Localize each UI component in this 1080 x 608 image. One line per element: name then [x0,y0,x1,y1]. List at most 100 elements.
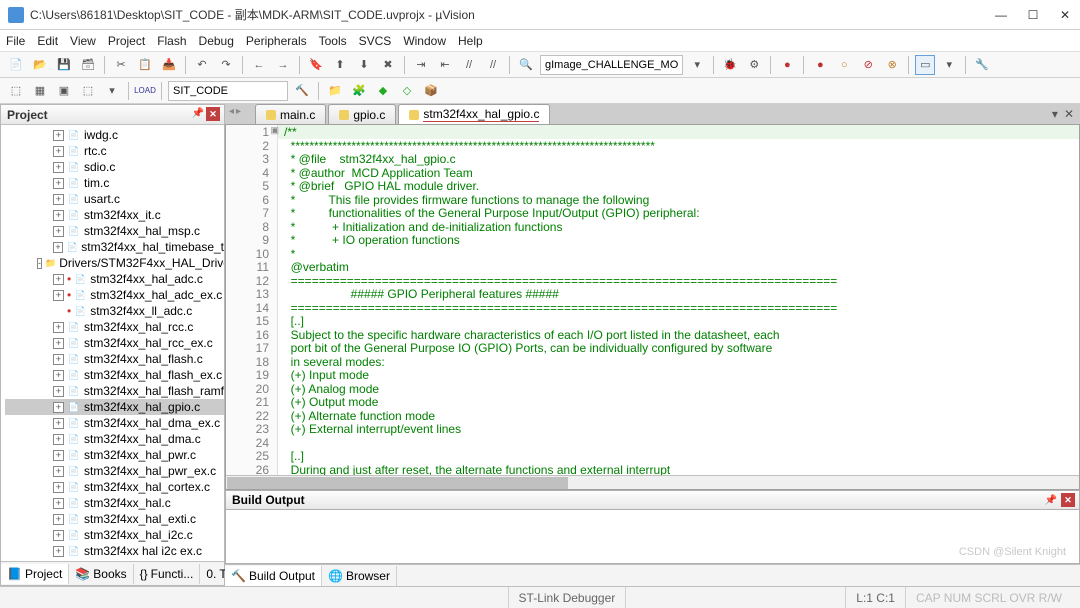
tab-close-icon[interactable]: ✕ [1064,107,1074,121]
tree-item[interactable]: +📄stm32f4xx_hal_i2c.c [5,527,224,543]
translate-icon[interactable]: ⬚ [6,81,26,101]
copy-icon[interactable]: 📋 [135,55,155,75]
tree-item[interactable]: +📄stm32f4xx_hal.c [5,495,224,511]
pin-icon[interactable]: 📌 [1045,495,1057,506]
options-icon[interactable]: ⚙ [744,55,764,75]
tree-item[interactable]: +📄stm32f4xx_hal_pwr_ex.c [5,463,224,479]
tree-item[interactable]: +📄stm32f4xx_hal_exti.c [5,511,224,527]
editor-tab[interactable]: stm32f4xx_hal_gpio.c [398,104,550,124]
tree-item[interactable]: +📄stm32f4xx_hal_rcc_ex.c [5,335,224,351]
find-next-icon[interactable]: ▾ [687,55,707,75]
tree-item[interactable]: +📄sdio.c [5,159,224,175]
close-button[interactable]: ✕ [1058,8,1072,22]
window-layout-icon[interactable]: ▭ [915,55,935,75]
open-file-icon[interactable]: 📂 [30,55,50,75]
uncomment-icon[interactable]: // [483,55,503,75]
save-icon[interactable]: 💾 [54,55,74,75]
bookmark-clear-icon[interactable]: ✖ [378,55,398,75]
menu-project[interactable]: Project [108,34,145,48]
tree-item[interactable]: +📄stm32f4xx_hal_flash.c [5,351,224,367]
save-all-icon[interactable]: 🗃 [78,55,98,75]
new-file-icon[interactable]: 📄 [6,55,26,75]
minimize-button[interactable]: — [994,8,1008,22]
maximize-button[interactable]: ☐ [1026,8,1040,22]
code-editor[interactable]: 1/**2 **********************************… [225,124,1080,490]
tab-scroll-left-icon[interactable]: ◂ [229,106,234,117]
bottom-tab-browser[interactable]: 🌐Browser [322,566,397,586]
indent-icon[interactable]: ⇥ [411,55,431,75]
layout-dropdown-icon[interactable]: ▾ [939,55,959,75]
paste-icon[interactable]: 📥 [159,55,179,75]
menu-flash[interactable]: Flash [157,34,186,48]
editor-tab[interactable]: main.c [255,104,326,124]
tree-item[interactable]: +📄stm32f4xx_hal_timebase_t [5,239,224,255]
menu-window[interactable]: Window [403,34,446,48]
tree-item[interactable]: +📄tim.c [5,175,224,191]
tree-item[interactable]: +📄rtc.c [5,143,224,159]
tree-item[interactable]: +📄stm32f4xx_hal_flash_ex.c [5,367,224,383]
editor-tab[interactable]: gpio.c [328,104,396,124]
comment-icon[interactable]: // [459,55,479,75]
find-combo[interactable]: gImage_CHALLENGE_MO [540,55,683,75]
panel-close-icon[interactable]: ✕ [206,107,220,121]
menu-svcs[interactable]: SVCS [359,34,392,48]
outdent-icon[interactable]: ⇤ [435,55,455,75]
tab-list-icon[interactable]: ▾ [1052,107,1058,121]
tree-item[interactable]: +•📄stm32f4xx_hal_adc.c [5,271,224,287]
tree-item[interactable]: +📄stm32f4xx_hal_pwr.c [5,447,224,463]
build-output-body[interactable] [225,510,1080,564]
find-icon[interactable]: 🔍 [516,55,536,75]
tree-item[interactable]: +•📄stm32f4xx_hal_adc_ex.c [5,287,224,303]
panel-close-icon[interactable]: ✕ [1061,493,1075,507]
tree-item[interactable]: +📄stm32f4xx_hal_dma_ex.c [5,415,224,431]
menu-view[interactable]: View [70,34,96,48]
file-ext-icon[interactable]: 🧩 [349,81,369,101]
bookmark-icon[interactable]: 🔖 [306,55,326,75]
tree-item[interactable]: +📄stm32f4xx_hal_flash_ramf [5,383,224,399]
horizontal-scrollbar[interactable] [226,475,1079,489]
menu-debug[interactable]: Debug [199,34,234,48]
tree-item[interactable]: +📄stm32f4xx_it.c [5,207,224,223]
pin-icon[interactable]: 📌 [192,108,204,119]
stop-build-icon[interactable]: ▾ [102,81,122,101]
debug-config-icon[interactable]: 🐞 [720,55,740,75]
bookmark-next-icon[interactable]: ⬇ [354,55,374,75]
pack-installer-icon[interactable]: 📦 [421,81,441,101]
rebuild-icon[interactable]: ▣ [54,81,74,101]
breakpoint-kill-icon[interactable]: ⊘ [858,55,878,75]
menu-peripherals[interactable]: Peripherals [246,34,307,48]
target-options-icon[interactable]: 🔨 [292,81,312,101]
side-tab-project[interactable]: 📘Project [1,564,69,584]
tree-item[interactable]: +📄stm32f4xx_hal_gpio.c [5,399,224,415]
tree-item[interactable]: +📄iwdg.c [5,127,224,143]
bottom-tab-buildoutput[interactable]: 🔨Build Output [225,566,322,586]
menu-tools[interactable]: Tools [319,34,347,48]
breakpoint-disable-icon[interactable]: ○ [834,55,854,75]
configure-icon[interactable]: 🔧 [972,55,992,75]
tree-item[interactable]: +📄stm32f4xx hal i2c ex.c [5,543,224,559]
undo-icon[interactable]: ↶ [192,55,212,75]
select-pack-icon[interactable]: ◇ [397,81,417,101]
tree-item[interactable]: +📄stm32f4xx_hal_rcc.c [5,319,224,335]
tree-item[interactable]: +📄stm32f4xx_hal_cortex.c [5,479,224,495]
breakpoint-killall-icon[interactable]: ⊗ [882,55,902,75]
tree-item[interactable]: +📄stm32f4xx_hal_msp.c [5,223,224,239]
manage-rte-icon[interactable]: ◆ [373,81,393,101]
tree-item[interactable]: +📄stm32f4xx_hal_dma.c [5,431,224,447]
batch-build-icon[interactable]: ⬚ [78,81,98,101]
project-tree[interactable]: +📄iwdg.c+📄rtc.c+📄sdio.c+📄tim.c+📄usart.c+… [1,125,224,561]
tree-item[interactable]: •📄stm32f4xx_ll_adc.c [5,303,224,319]
tree-item[interactable]: +📄usart.c [5,191,224,207]
redo-icon[interactable]: ↷ [216,55,236,75]
nav-fwd-icon[interactable]: → [273,55,293,75]
side-tab-functi[interactable]: {}Functi... [134,564,201,584]
menu-help[interactable]: Help [458,34,483,48]
side-tab-books[interactable]: 📚Books [69,564,133,584]
menu-edit[interactable]: Edit [37,34,58,48]
menu-file[interactable]: File [6,34,25,48]
manage-project-icon[interactable]: 📁 [325,81,345,101]
build-icon[interactable]: ▦ [30,81,50,101]
breakpoint-icon[interactable]: ● [810,55,830,75]
target-selector[interactable]: SIT_CODE [168,81,288,101]
tree-item[interactable]: -📁Drivers/STM32F4xx_HAL_Drive [5,255,224,271]
